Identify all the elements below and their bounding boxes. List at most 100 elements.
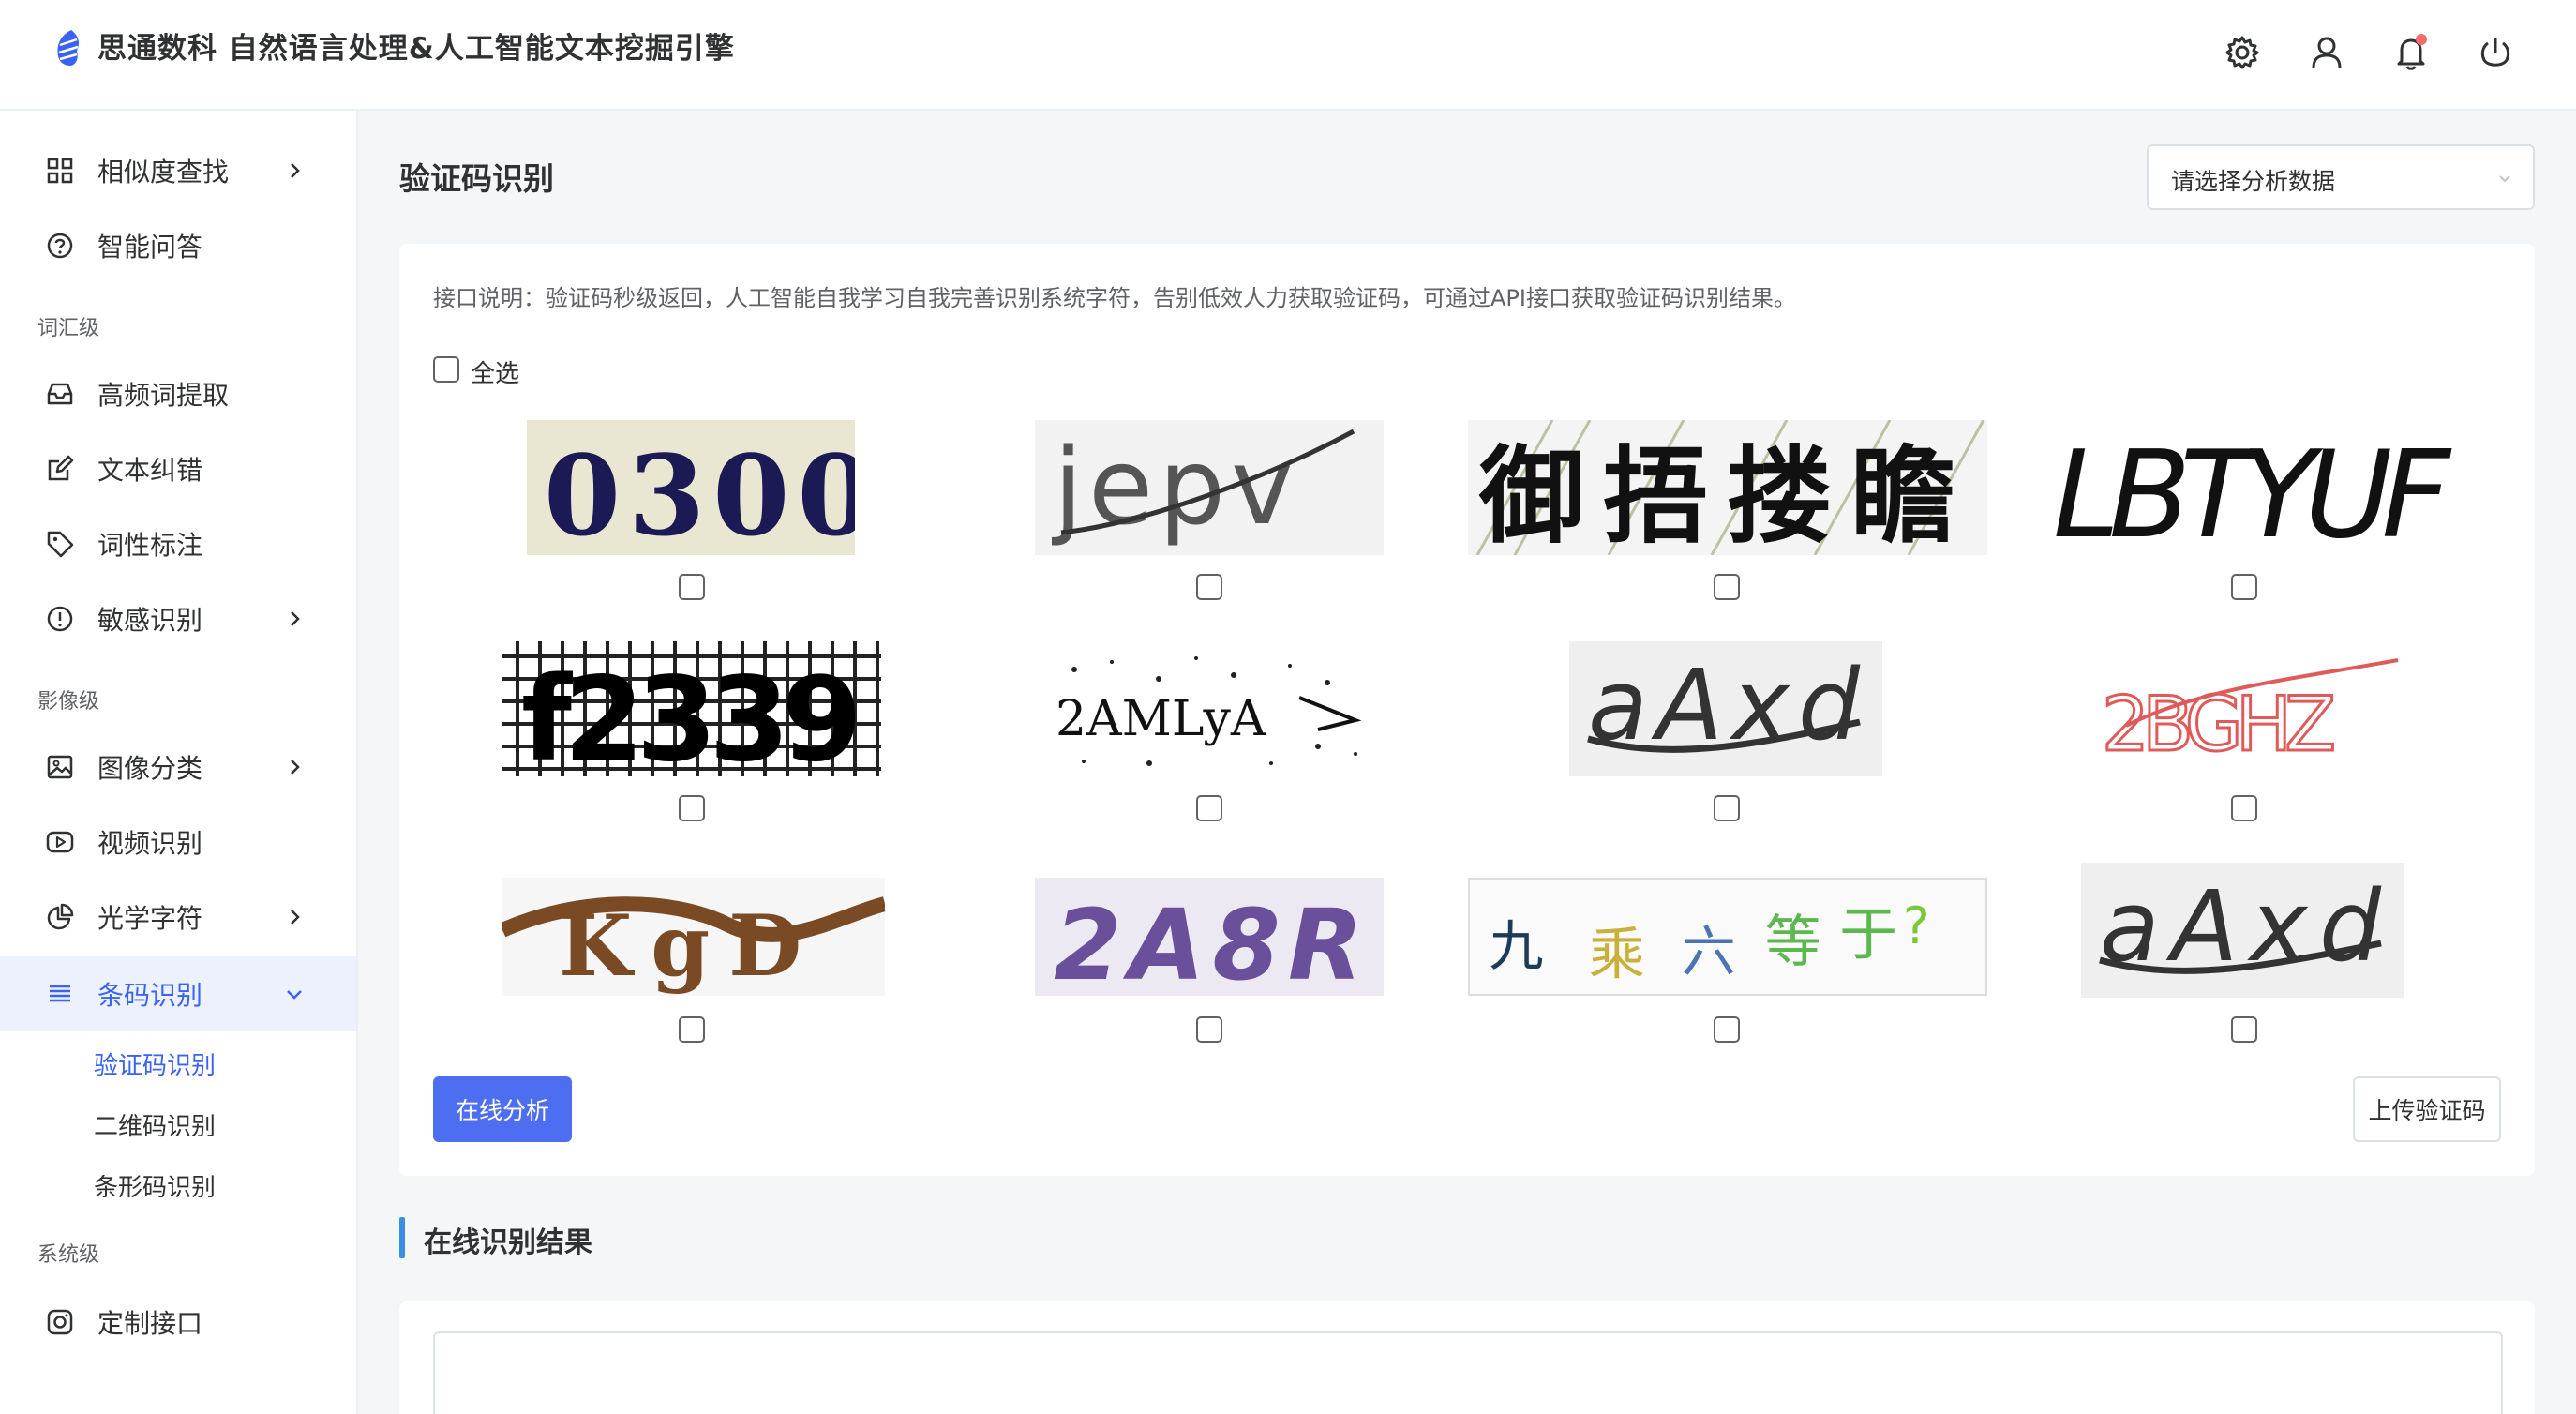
analyze-online-button[interactable]: 在线分析 [433, 1076, 572, 1142]
captcha-image: 2AMLyA [1046, 641, 1372, 776]
sidebar-item-sensitive[interactable]: 敏感识别 [0, 581, 356, 656]
barcode-icon [45, 979, 75, 1009]
sidebar-item-label: 光学字符 [97, 903, 203, 934]
sidebar-item-video[interactable]: 视频识别 [0, 805, 356, 880]
app-title: 思通数科 自然语言处理&人工智能文本挖掘引擎 [97, 24, 735, 67]
sidebar-item-label: 智能问答 [97, 232, 203, 263]
pie-chart-icon [45, 902, 75, 932]
captcha-image: KgD [502, 878, 885, 996]
chevron-right-icon [283, 906, 306, 928]
sidebar-item-correction[interactable]: 文本纠错 [0, 431, 356, 506]
svg-text:0300: 0300 [544, 430, 855, 555]
sidebar-item-label: 词性标注 [97, 530, 203, 561]
captcha-image: 2A8R [1035, 878, 1384, 996]
chevron-right-icon [283, 608, 306, 630]
warning-circle-icon [45, 604, 75, 634]
sidebar-item-label: 视频识别 [97, 828, 203, 859]
captcha-checkbox[interactable] [1714, 574, 1740, 600]
sidebar-item-ocr[interactable]: 光学字符 [0, 880, 356, 955]
captcha-image: aAxd [2081, 863, 2404, 998]
sidebar-subitem-captcha[interactable]: 验证码识别 [94, 1046, 216, 1081]
edit-icon [45, 454, 75, 484]
question-circle-icon [45, 231, 75, 261]
captcha-image: f2339 [502, 641, 881, 776]
svg-text:乘: 乘 [1589, 923, 1645, 988]
result-output-area [433, 1331, 2503, 1414]
user-icon[interactable] [2306, 32, 2347, 73]
select-placeholder: 请选择分析数据 [2171, 168, 2336, 195]
sidebar-item-label: 图像分类 [97, 753, 203, 784]
bell-icon[interactable] [2390, 32, 2432, 73]
camera-icon [45, 1307, 75, 1337]
svg-text:f2339: f2339 [521, 653, 862, 776]
group-title-image: 影像级 [37, 690, 100, 714]
picture-icon [45, 752, 75, 782]
power-icon[interactable] [2475, 32, 2516, 73]
sidebar-item-label: 文本纠错 [97, 455, 203, 486]
svg-text:御捂搂瞻: 御捂搂瞻 [1478, 436, 1974, 555]
grid-icon [45, 156, 75, 186]
tag-icon [45, 529, 75, 559]
result-card [399, 1301, 2535, 1414]
chevron-down-icon [2495, 169, 2514, 188]
sidebar-subitem-qrcode[interactable]: 二维码识别 [94, 1107, 216, 1142]
sidebar-item-label: 敏感识别 [97, 605, 203, 636]
product-name: 自然语言处理&人工智能文本挖掘引擎 [228, 32, 735, 66]
sidebar-subitem-barcode[interactable]: 条形码识别 [94, 1168, 216, 1203]
svg-text:LBTYUF: LBTYUF [2053, 426, 2452, 555]
captcha-image: 2BGHZ [2089, 641, 2417, 776]
chevron-right-icon [283, 159, 306, 182]
sidebar-item-label: 高频词提取 [97, 380, 230, 411]
captcha-checkbox[interactable] [679, 1016, 705, 1043]
captcha-image: jepv [1035, 420, 1384, 555]
sidebar-item-image-classify[interactable]: 图像分类 [0, 730, 356, 805]
analysis-data-select[interactable]: 请选择分析数据 [2147, 144, 2535, 210]
sidebar-item-similarity[interactable]: 相似度查找 [0, 133, 356, 208]
captcha-checkbox[interactable] [2231, 1016, 2257, 1043]
captcha-checkbox[interactable] [1196, 795, 1222, 821]
svg-text:KgD: KgD [559, 896, 820, 996]
captcha-checkbox[interactable] [1196, 1016, 1222, 1043]
svg-text:等: 等 [1765, 910, 1821, 975]
captcha-checkbox[interactable] [2231, 574, 2257, 600]
captcha-image: aAxd [1569, 641, 1882, 776]
group-title-system: 系统级 [37, 1243, 100, 1267]
gear-icon[interactable] [2222, 32, 2263, 73]
group-title-word: 词汇级 [37, 317, 100, 340]
notification-badge [2416, 34, 2427, 45]
captcha-checkbox[interactable] [2231, 795, 2257, 821]
captcha-checkbox[interactable] [1196, 574, 1222, 600]
select-all-checkbox[interactable] [433, 356, 459, 383]
captcha-image: 0300 [527, 420, 855, 555]
sidebar: 相似度查找 智能问答 词汇级 高频词提取 文本纠错 词性标注 敏感识别 影像级 [0, 111, 358, 1414]
svg-text:于: 于 [1839, 899, 1897, 968]
upload-captcha-button[interactable]: 上传验证码 [2353, 1076, 2501, 1142]
sidebar-item-keywords[interactable]: 高频词提取 [0, 356, 356, 431]
svg-text:?: ? [1903, 896, 1930, 955]
sidebar-item-custom-api[interactable]: 定制接口 [0, 1285, 356, 1360]
brand-name: 思通数科 [97, 32, 217, 66]
captcha-image: 九 乘 六 等 于 ? [1468, 878, 1987, 996]
sidebar-item-pos-tagging[interactable]: 词性标注 [0, 506, 356, 581]
svg-text:九: 九 [1489, 914, 1543, 978]
sidebar-item-barcode[interactable]: 条码识别 [0, 956, 356, 1031]
sidebar-item-label: 条码识别 [97, 980, 203, 1011]
captcha-checkbox[interactable] [679, 795, 705, 821]
captcha-card: 接口说明：验证码秒级返回，人工智能自我学习自我完善识别系统字符，告别低效人力获取… [399, 244, 2535, 1176]
inbox-icon [45, 379, 75, 409]
api-description: 接口说明：验证码秒级返回，人工智能自我学习自我完善识别系统字符，告别低效人力获取… [433, 285, 1796, 311]
logo-icon [52, 28, 82, 68]
result-section-title: 在线识别结果 [424, 1226, 592, 1259]
sidebar-item-qa[interactable]: 智能问答 [0, 208, 356, 283]
svg-text:2AMLyA: 2AMLyA [1056, 691, 1267, 747]
captcha-checkbox[interactable] [1714, 1016, 1740, 1043]
captcha-checkbox[interactable] [679, 574, 705, 600]
captcha-checkbox[interactable] [1714, 795, 1740, 821]
video-icon [45, 827, 75, 857]
captcha-image: 御捂搂瞻 [1468, 420, 1987, 555]
sidebar-item-label: 定制接口 [97, 1308, 203, 1339]
svg-text:六: 六 [1682, 920, 1736, 984]
sidebar-item-label: 相似度查找 [97, 157, 230, 188]
section-accent-bar [399, 1217, 405, 1258]
captcha-image: LBTYUF [2045, 420, 2458, 555]
